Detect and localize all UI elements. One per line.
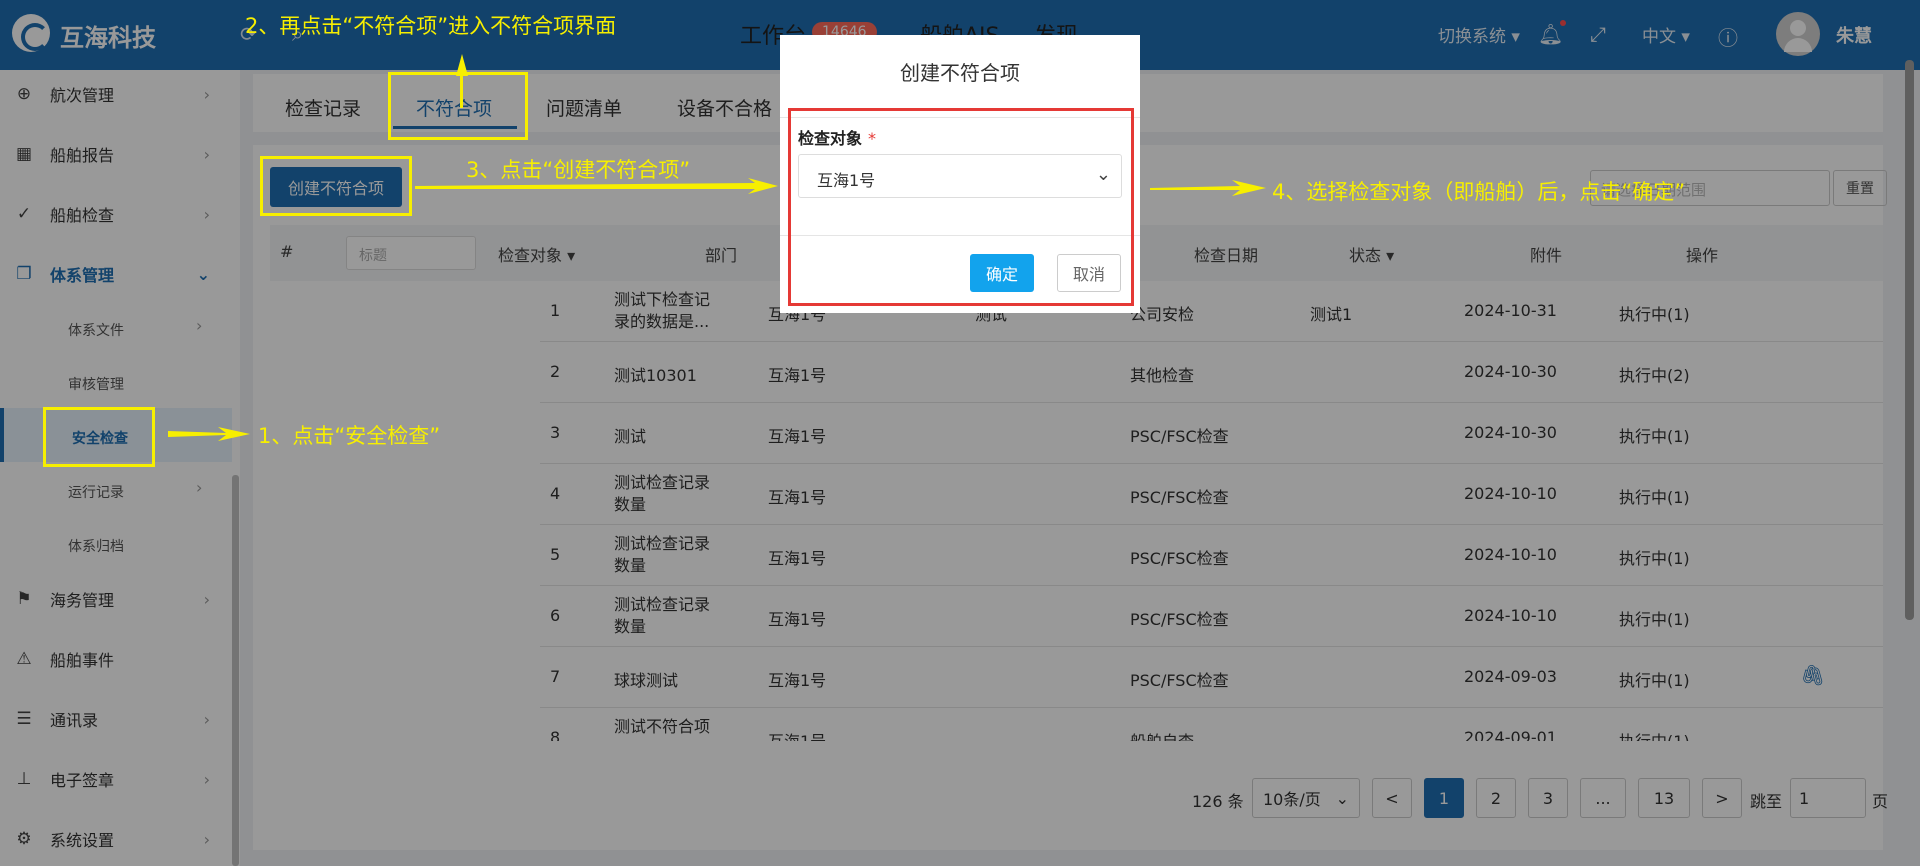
annotation-step3: 3、点击“创建不符合项”: [466, 158, 691, 182]
arrow-step2-shaft: [460, 72, 463, 108]
annotation-step4: 4、选择检查对象（即船舶）后，点击“确定”: [1272, 180, 1686, 204]
arrow-step4: [1150, 180, 1266, 196]
annotation-step1: 1、点击“安全检查”: [258, 424, 441, 448]
arrow-step1: [168, 427, 250, 441]
annotation-step2: 2、再点击“不符合项”进入不符合项界面: [245, 14, 617, 38]
